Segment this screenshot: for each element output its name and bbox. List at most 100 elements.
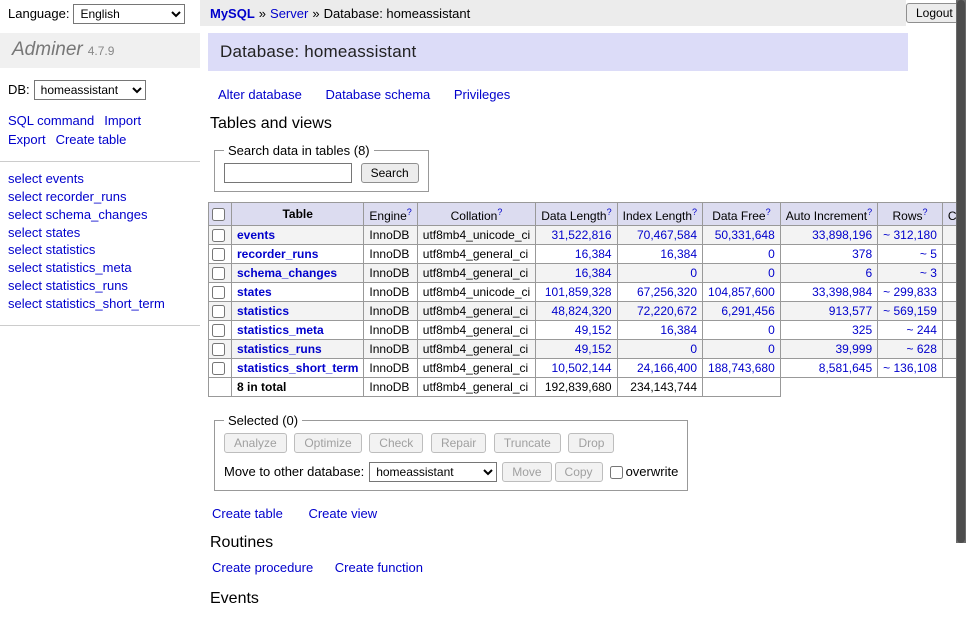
copy-button[interactable]: Copy xyxy=(555,462,603,482)
import-link[interactable]: Import xyxy=(104,113,141,128)
move-db-select[interactable]: homeassistant xyxy=(369,462,497,482)
privileges-link[interactable]: Privileges xyxy=(454,87,510,102)
index-length-cell: 24,166,400 xyxy=(617,359,702,378)
sidebar-table-list: select events select recorder_runs selec… xyxy=(0,162,200,327)
export-link[interactable]: Export xyxy=(8,132,46,147)
data-length-cell: 49,152 xyxy=(536,321,617,340)
create-view-link[interactable]: Create view xyxy=(308,506,377,521)
data-free-cell: 0 xyxy=(703,245,781,264)
total-name-cell: 8 in total xyxy=(232,378,364,397)
table-link[interactable]: recorder_runs xyxy=(237,247,318,261)
total-empty-cell xyxy=(209,378,232,397)
data-length-help-link[interactable]: ? xyxy=(607,207,612,217)
scrollbar-thumb[interactable] xyxy=(957,0,965,543)
sidebar: Adminer 4.7.9 DB: homeassistant SQL comman… xyxy=(0,33,200,326)
overwrite-option: overwrite xyxy=(610,464,679,479)
move-button[interactable]: Move xyxy=(502,462,551,482)
sidebar-table-link-statistics-short-term[interactable]: select statistics_short_term xyxy=(8,295,190,313)
engine-cell: InnoDB xyxy=(364,226,417,245)
language-select[interactable]: English xyxy=(73,4,185,24)
optimize-button[interactable]: Optimize xyxy=(294,433,361,453)
row-checkbox[interactable] xyxy=(212,343,225,356)
create-table-side-link[interactable]: Create table xyxy=(56,132,127,147)
sidebar-table-link-schema-changes[interactable]: select schema_changes xyxy=(8,206,190,224)
engine-cell: InnoDB xyxy=(364,302,417,321)
row-checkbox[interactable] xyxy=(212,286,225,299)
collation-help-link[interactable]: ? xyxy=(497,207,502,217)
table-name-cell: statistics_meta xyxy=(232,321,364,340)
analyze-button[interactable]: Analyze xyxy=(224,433,287,453)
repair-button[interactable]: Repair xyxy=(431,433,486,453)
row-checkbox[interactable] xyxy=(212,229,225,242)
table-link[interactable]: statistics_short_term xyxy=(237,361,358,375)
engine-cell: InnoDB xyxy=(364,264,417,283)
create-function-link[interactable]: Create function xyxy=(335,560,423,575)
adminer-logo-link[interactable]: Adminer xyxy=(12,39,83,60)
row-checkbox[interactable] xyxy=(212,362,225,375)
db-select[interactable]: homeassistant xyxy=(34,80,146,100)
check-button[interactable]: Check xyxy=(369,433,423,453)
sql-command-link[interactable]: SQL command xyxy=(8,113,94,128)
events-heading: Events xyxy=(210,590,908,608)
search-input[interactable] xyxy=(224,163,352,183)
routines-heading: Routines xyxy=(210,534,908,552)
data-length-cell: 48,824,320 xyxy=(536,302,617,321)
row-checkbox[interactable] xyxy=(212,248,225,261)
engine-help-link[interactable]: ? xyxy=(407,207,412,217)
alter-database-link[interactable]: Alter database xyxy=(218,87,302,102)
table-link[interactable]: statistics_meta xyxy=(237,323,324,337)
table-name-cell: schema_changes xyxy=(232,264,364,283)
index-length-help-link[interactable]: ? xyxy=(692,207,697,217)
db-label: DB: xyxy=(8,82,30,97)
header-rows-label: Rows xyxy=(893,209,923,223)
table-link[interactable]: states xyxy=(237,285,272,299)
sidebar-table-link-statistics[interactable]: select statistics xyxy=(8,241,190,259)
select-all-checkbox[interactable] xyxy=(212,208,225,221)
table-total-row: 8 in total InnoDB utf8mb4_general_ci 192… xyxy=(209,378,966,397)
table-row: events InnoDB utf8mb4_unicode_ci 31,522,… xyxy=(209,226,966,245)
search-button[interactable]: Search xyxy=(361,163,419,183)
overwrite-checkbox[interactable] xyxy=(610,466,623,479)
total-data-free-cell xyxy=(703,378,781,397)
rows-help-link[interactable]: ? xyxy=(923,207,928,217)
table-link[interactable]: statistics_runs xyxy=(237,342,322,356)
breadcrumb: MySQL»Server»Database: homeassistant xyxy=(200,0,906,26)
create-procedure-link[interactable]: Create procedure xyxy=(212,560,313,575)
logout-button[interactable]: Logout xyxy=(906,3,963,23)
table-link[interactable]: events xyxy=(237,228,275,242)
collation-cell: utf8mb4_unicode_ci xyxy=(417,283,535,302)
table-row: states InnoDB utf8mb4_unicode_ci 101,859… xyxy=(209,283,966,302)
sidebar-table-link-statistics-runs[interactable]: select statistics_runs xyxy=(8,277,190,295)
breadcrumb-server-link[interactable]: Server xyxy=(270,6,308,21)
table-link[interactable]: schema_changes xyxy=(237,266,337,280)
data-free-cell: 104,857,600 xyxy=(703,283,781,302)
row-checkbox[interactable] xyxy=(212,324,225,337)
table-link[interactable]: statistics xyxy=(237,304,289,318)
collation-cell: utf8mb4_general_ci xyxy=(417,340,535,359)
vertical-scrollbar[interactable] xyxy=(956,0,966,543)
drop-button[interactable]: Drop xyxy=(568,433,614,453)
row-checkbox[interactable] xyxy=(212,305,225,318)
database-schema-link[interactable]: Database schema xyxy=(325,87,430,102)
app-version: 4.7.9 xyxy=(88,44,115,58)
sidebar-table-link-states[interactable]: select states xyxy=(8,224,190,242)
routine-create-links: Create procedure Create function xyxy=(212,560,908,575)
breadcrumb-separator: » xyxy=(259,6,266,21)
sidebar-table-link-statistics-meta[interactable]: select statistics_meta xyxy=(8,259,190,277)
table-row: statistics_meta InnoDB utf8mb4_general_c… xyxy=(209,321,966,340)
truncate-button[interactable]: Truncate xyxy=(494,433,561,453)
total-engine-cell: InnoDB xyxy=(364,378,417,397)
row-checkbox[interactable] xyxy=(212,267,225,280)
table-create-links: Create table Create view xyxy=(212,506,908,521)
breadcrumb-mysql-link[interactable]: MySQL xyxy=(210,6,255,21)
data-free-help-link[interactable]: ? xyxy=(766,207,771,217)
sidebar-table-link-events[interactable]: select events xyxy=(8,170,190,188)
collation-cell: utf8mb4_general_ci xyxy=(417,302,535,321)
move-controls: Move to other database:homeassistantMove… xyxy=(224,462,678,482)
auto-increment-help-link[interactable]: ? xyxy=(867,207,872,217)
create-table-link[interactable]: Create table xyxy=(212,506,283,521)
index-length-cell: 72,220,672 xyxy=(617,302,702,321)
header-data-free: Data Free? xyxy=(703,203,781,226)
header-data-free-label: Data Free xyxy=(712,209,765,223)
sidebar-table-link-recorder-runs[interactable]: select recorder_runs xyxy=(8,188,190,206)
